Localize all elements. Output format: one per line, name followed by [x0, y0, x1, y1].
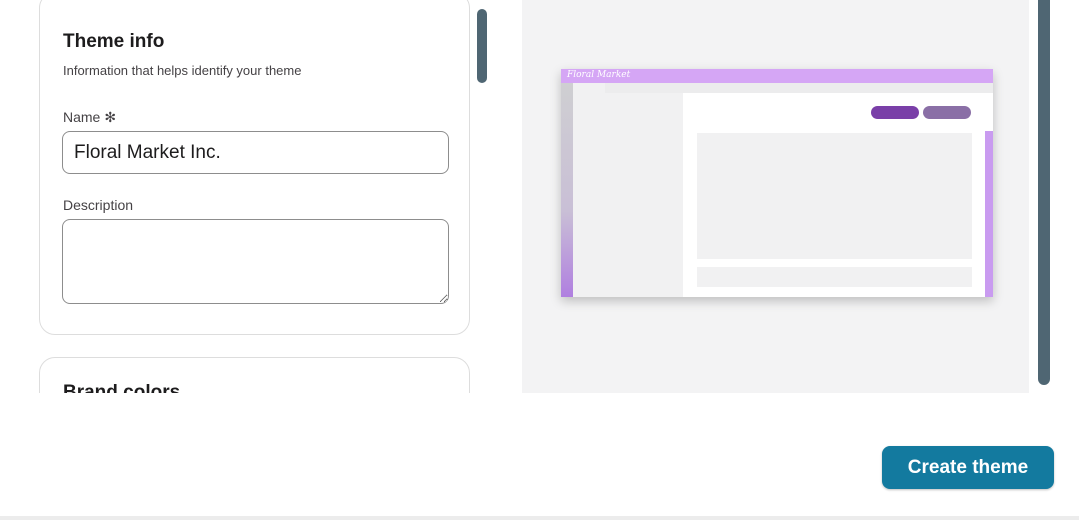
create-theme-button[interactable]: Create theme: [882, 446, 1054, 489]
theme-info-title: Theme info: [63, 31, 165, 52]
preview-rail: [561, 83, 573, 297]
preview-content-panel: [697, 133, 972, 259]
preview-sidebar: [573, 83, 683, 297]
required-icon: ✻: [104, 109, 117, 125]
theme-info-subtitle: Information that helps identify your the…: [63, 63, 302, 78]
name-label-text: Name: [63, 109, 101, 125]
brand-colors-title: Brand colors: [63, 382, 181, 393]
preview-secondary-button: [923, 106, 971, 119]
preview-scrollbar[interactable]: [1038, 0, 1050, 385]
preview-subbar: [605, 83, 993, 93]
settings-scroll-area: Theme info Information that helps identi…: [0, 0, 500, 393]
preview-primary-button: [871, 106, 919, 119]
preview-topbar: Floral Market: [561, 69, 993, 83]
preview-workspace-name: Floral Market: [567, 70, 631, 80]
create-theme-dialog: Theme info Information that helps identi…: [0, 0, 1079, 520]
description-input[interactable]: [62, 219, 449, 304]
name-label: Name ✻: [63, 109, 116, 126]
description-label: Description: [63, 197, 134, 213]
name-input[interactable]: [62, 131, 449, 174]
preview-footer-bar: [697, 267, 972, 287]
theme-info-card: Theme info Information that helps identi…: [39, 0, 470, 335]
brand-colors-card: Brand colors: [39, 357, 470, 393]
settings-scrollbar[interactable]: [477, 9, 487, 83]
theme-preview-window: Floral Market: [561, 69, 993, 297]
dialog-bottom-edge: [0, 516, 1079, 520]
preview-accent-bar: [985, 131, 993, 297]
